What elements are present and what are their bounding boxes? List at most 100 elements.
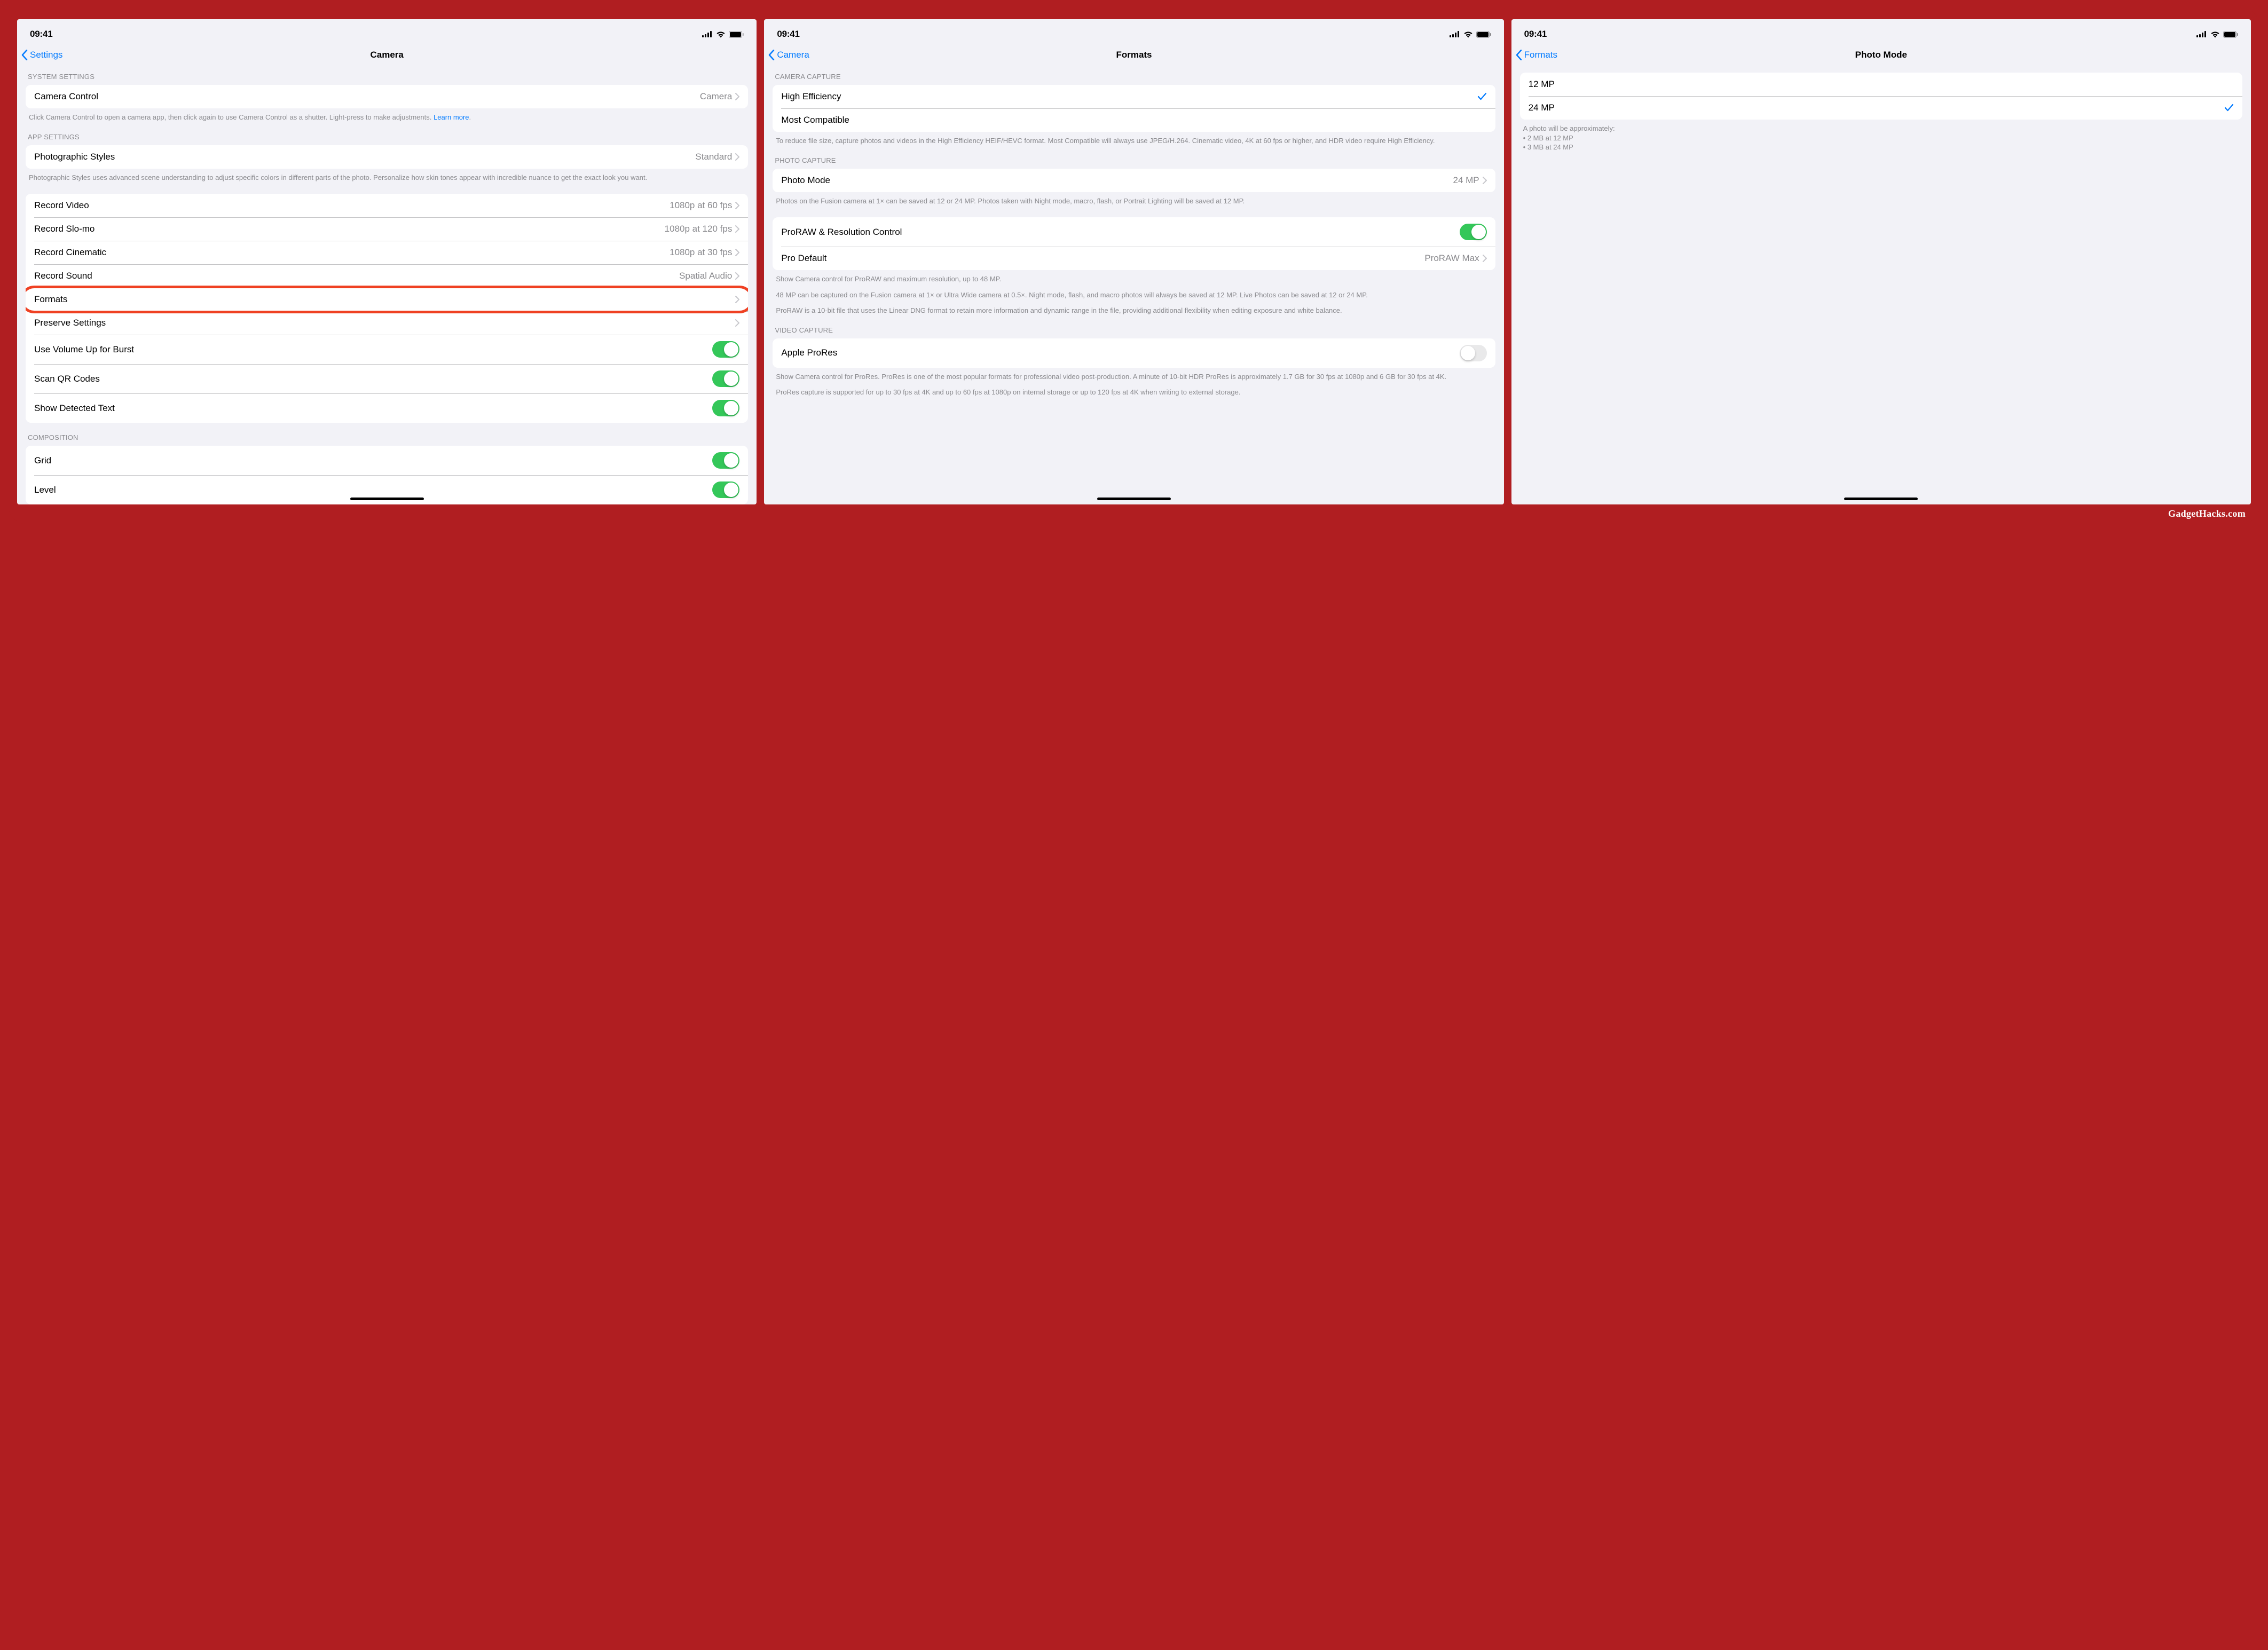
row-value: 1080p at 60 fps — [670, 200, 732, 211]
battery-icon — [2223, 31, 2238, 38]
toggle-level[interactable] — [712, 481, 739, 498]
nav-title: Formats — [1116, 50, 1152, 60]
chevron-right-icon — [735, 153, 739, 161]
section-footer: Photos on the Fusion camera at 1× can be… — [773, 192, 1495, 206]
row-label: High Efficiency — [781, 91, 1477, 102]
status-time: 09:41 — [777, 29, 799, 40]
row-label: 24 MP — [1529, 102, 2224, 113]
checkmark-icon — [1477, 92, 1487, 101]
home-indicator[interactable] — [1844, 498, 1918, 500]
row-value: Standard — [695, 152, 732, 162]
row-camera-control[interactable]: Camera Control Camera — [26, 85, 748, 108]
row-label: Photographic Styles — [34, 152, 695, 162]
row-proraw-control: ProRAW & Resolution Control — [773, 217, 1495, 247]
row-label: Record Cinematic — [34, 247, 670, 258]
row-preserve-settings[interactable]: Preserve Settings — [26, 311, 748, 335]
section-header-system: SYSTEM SETTINGS — [26, 68, 748, 85]
row-photo-mode[interactable]: Photo Mode 24 MP — [773, 169, 1495, 192]
row-label: Use Volume Up for Burst — [34, 344, 712, 355]
back-button[interactable]: Formats — [1516, 50, 1557, 60]
row-formats[interactable]: Formats — [26, 288, 748, 311]
row-label: Camera Control — [34, 91, 700, 102]
home-indicator[interactable] — [1097, 498, 1171, 500]
cellular-signal-icon — [702, 31, 713, 37]
row-most-compatible[interactable]: Most Compatible — [773, 108, 1495, 132]
status-bar: 09:41 — [17, 19, 757, 45]
back-button[interactable]: Settings — [21, 50, 62, 60]
chevron-right-icon — [735, 319, 739, 327]
chevron-left-icon — [1516, 50, 1522, 60]
status-bar: 09:41 — [1511, 19, 2251, 45]
section-footer: Show Camera control for ProRes. ProRes i… — [773, 368, 1495, 382]
row-24mp[interactable]: 24 MP — [1520, 96, 2242, 120]
section-header-video-capture: VIDEO CAPTURE — [773, 315, 1495, 338]
nav-bar: Camera Formats — [764, 45, 1503, 68]
nav-bar: Formats Photo Mode — [1511, 45, 2251, 68]
chevron-left-icon — [768, 50, 775, 60]
toggle-proraw[interactable] — [1460, 224, 1487, 240]
watermark: GadgetHacks.com — [2168, 508, 2246, 519]
section-header-composition: COMPOSITION — [26, 423, 748, 446]
row-label: Scan QR Codes — [34, 374, 712, 384]
status-time: 09:41 — [1524, 29, 1547, 40]
status-bar: 09:41 — [764, 19, 1503, 45]
row-pro-default[interactable]: Pro Default ProRAW Max — [773, 247, 1495, 270]
row-label: Photo Mode — [781, 175, 1453, 186]
battery-icon — [729, 31, 744, 38]
cellular-signal-icon — [1450, 31, 1460, 37]
row-label: Record Sound — [34, 271, 679, 281]
status-icons — [2196, 31, 2238, 38]
chevron-right-icon — [735, 93, 739, 100]
row-value: 1080p at 30 fps — [670, 247, 732, 258]
home-indicator[interactable] — [350, 498, 424, 500]
row-12mp[interactable]: 12 MP — [1520, 73, 2242, 96]
row-detected-text: Show Detected Text — [26, 393, 748, 423]
row-record-slomo[interactable]: Record Slo-mo 1080p at 120 fps — [26, 217, 748, 241]
row-label: Preserve Settings — [34, 318, 735, 328]
row-label: ProRAW & Resolution Control — [781, 227, 1459, 238]
back-button[interactable]: Camera — [768, 50, 809, 60]
chevron-right-icon — [735, 272, 739, 280]
section-footer: ProRes capture is supported for up to 30… — [773, 381, 1495, 397]
wifi-icon — [2210, 31, 2220, 38]
section-footer: Show Camera control for ProRAW and maxim… — [773, 270, 1495, 284]
row-grid: Grid — [26, 446, 748, 475]
chevron-right-icon — [735, 225, 739, 233]
section-footer: A photo will be approximately: • 2 MB at… — [1520, 120, 2242, 152]
toggle-detected-text[interactable] — [712, 400, 739, 416]
row-record-cinematic[interactable]: Record Cinematic 1080p at 30 fps — [26, 241, 748, 264]
section-footer: To reduce file size, capture photos and … — [773, 132, 1495, 146]
row-label: Level — [34, 485, 712, 495]
chevron-left-icon — [21, 50, 28, 60]
toggle-prores[interactable] — [1460, 345, 1487, 361]
screen-camera: 09:41 Settings Camera SYSTEM SETTINGS Ca… — [17, 19, 757, 504]
row-label: Show Detected Text — [34, 403, 712, 414]
section-header-camera-capture: CAMERA CAPTURE — [773, 68, 1495, 85]
row-record-sound[interactable]: Record Sound Spatial Audio — [26, 264, 748, 288]
back-label: Settings — [30, 50, 62, 60]
row-record-video[interactable]: Record Video 1080p at 60 fps — [26, 194, 748, 217]
section-header-photo-capture: PHOTO CAPTURE — [773, 146, 1495, 169]
chevron-right-icon — [735, 249, 739, 256]
row-label: Most Compatible — [781, 115, 1486, 125]
row-scan-qr: Scan QR Codes — [26, 364, 748, 393]
row-value: Camera — [700, 91, 732, 102]
learn-more-link[interactable]: Learn more — [434, 113, 469, 121]
row-label: Grid — [34, 455, 712, 466]
chevron-right-icon — [735, 296, 739, 303]
row-photographic-styles[interactable]: Photographic Styles Standard — [26, 145, 748, 169]
status-icons — [1450, 31, 1491, 38]
screen-formats: 09:41 Camera Formats CAMERA CAPTURE High… — [764, 19, 1503, 504]
checkmark-icon — [2224, 104, 2234, 112]
toggle-grid[interactable] — [712, 452, 739, 469]
toggle-volume-up[interactable] — [712, 341, 739, 358]
row-prores: Apple ProRes — [773, 338, 1495, 368]
row-high-efficiency[interactable]: High Efficiency — [773, 85, 1495, 108]
toggle-scan-qr[interactable] — [712, 370, 739, 387]
chevron-right-icon — [1483, 255, 1487, 262]
row-value: 1080p at 120 fps — [665, 224, 733, 234]
section-header-app: APP SETTINGS — [26, 122, 748, 145]
row-volume-up-burst: Use Volume Up for Burst — [26, 335, 748, 364]
status-icons — [702, 31, 744, 38]
row-label: Apple ProRes — [781, 348, 1459, 358]
